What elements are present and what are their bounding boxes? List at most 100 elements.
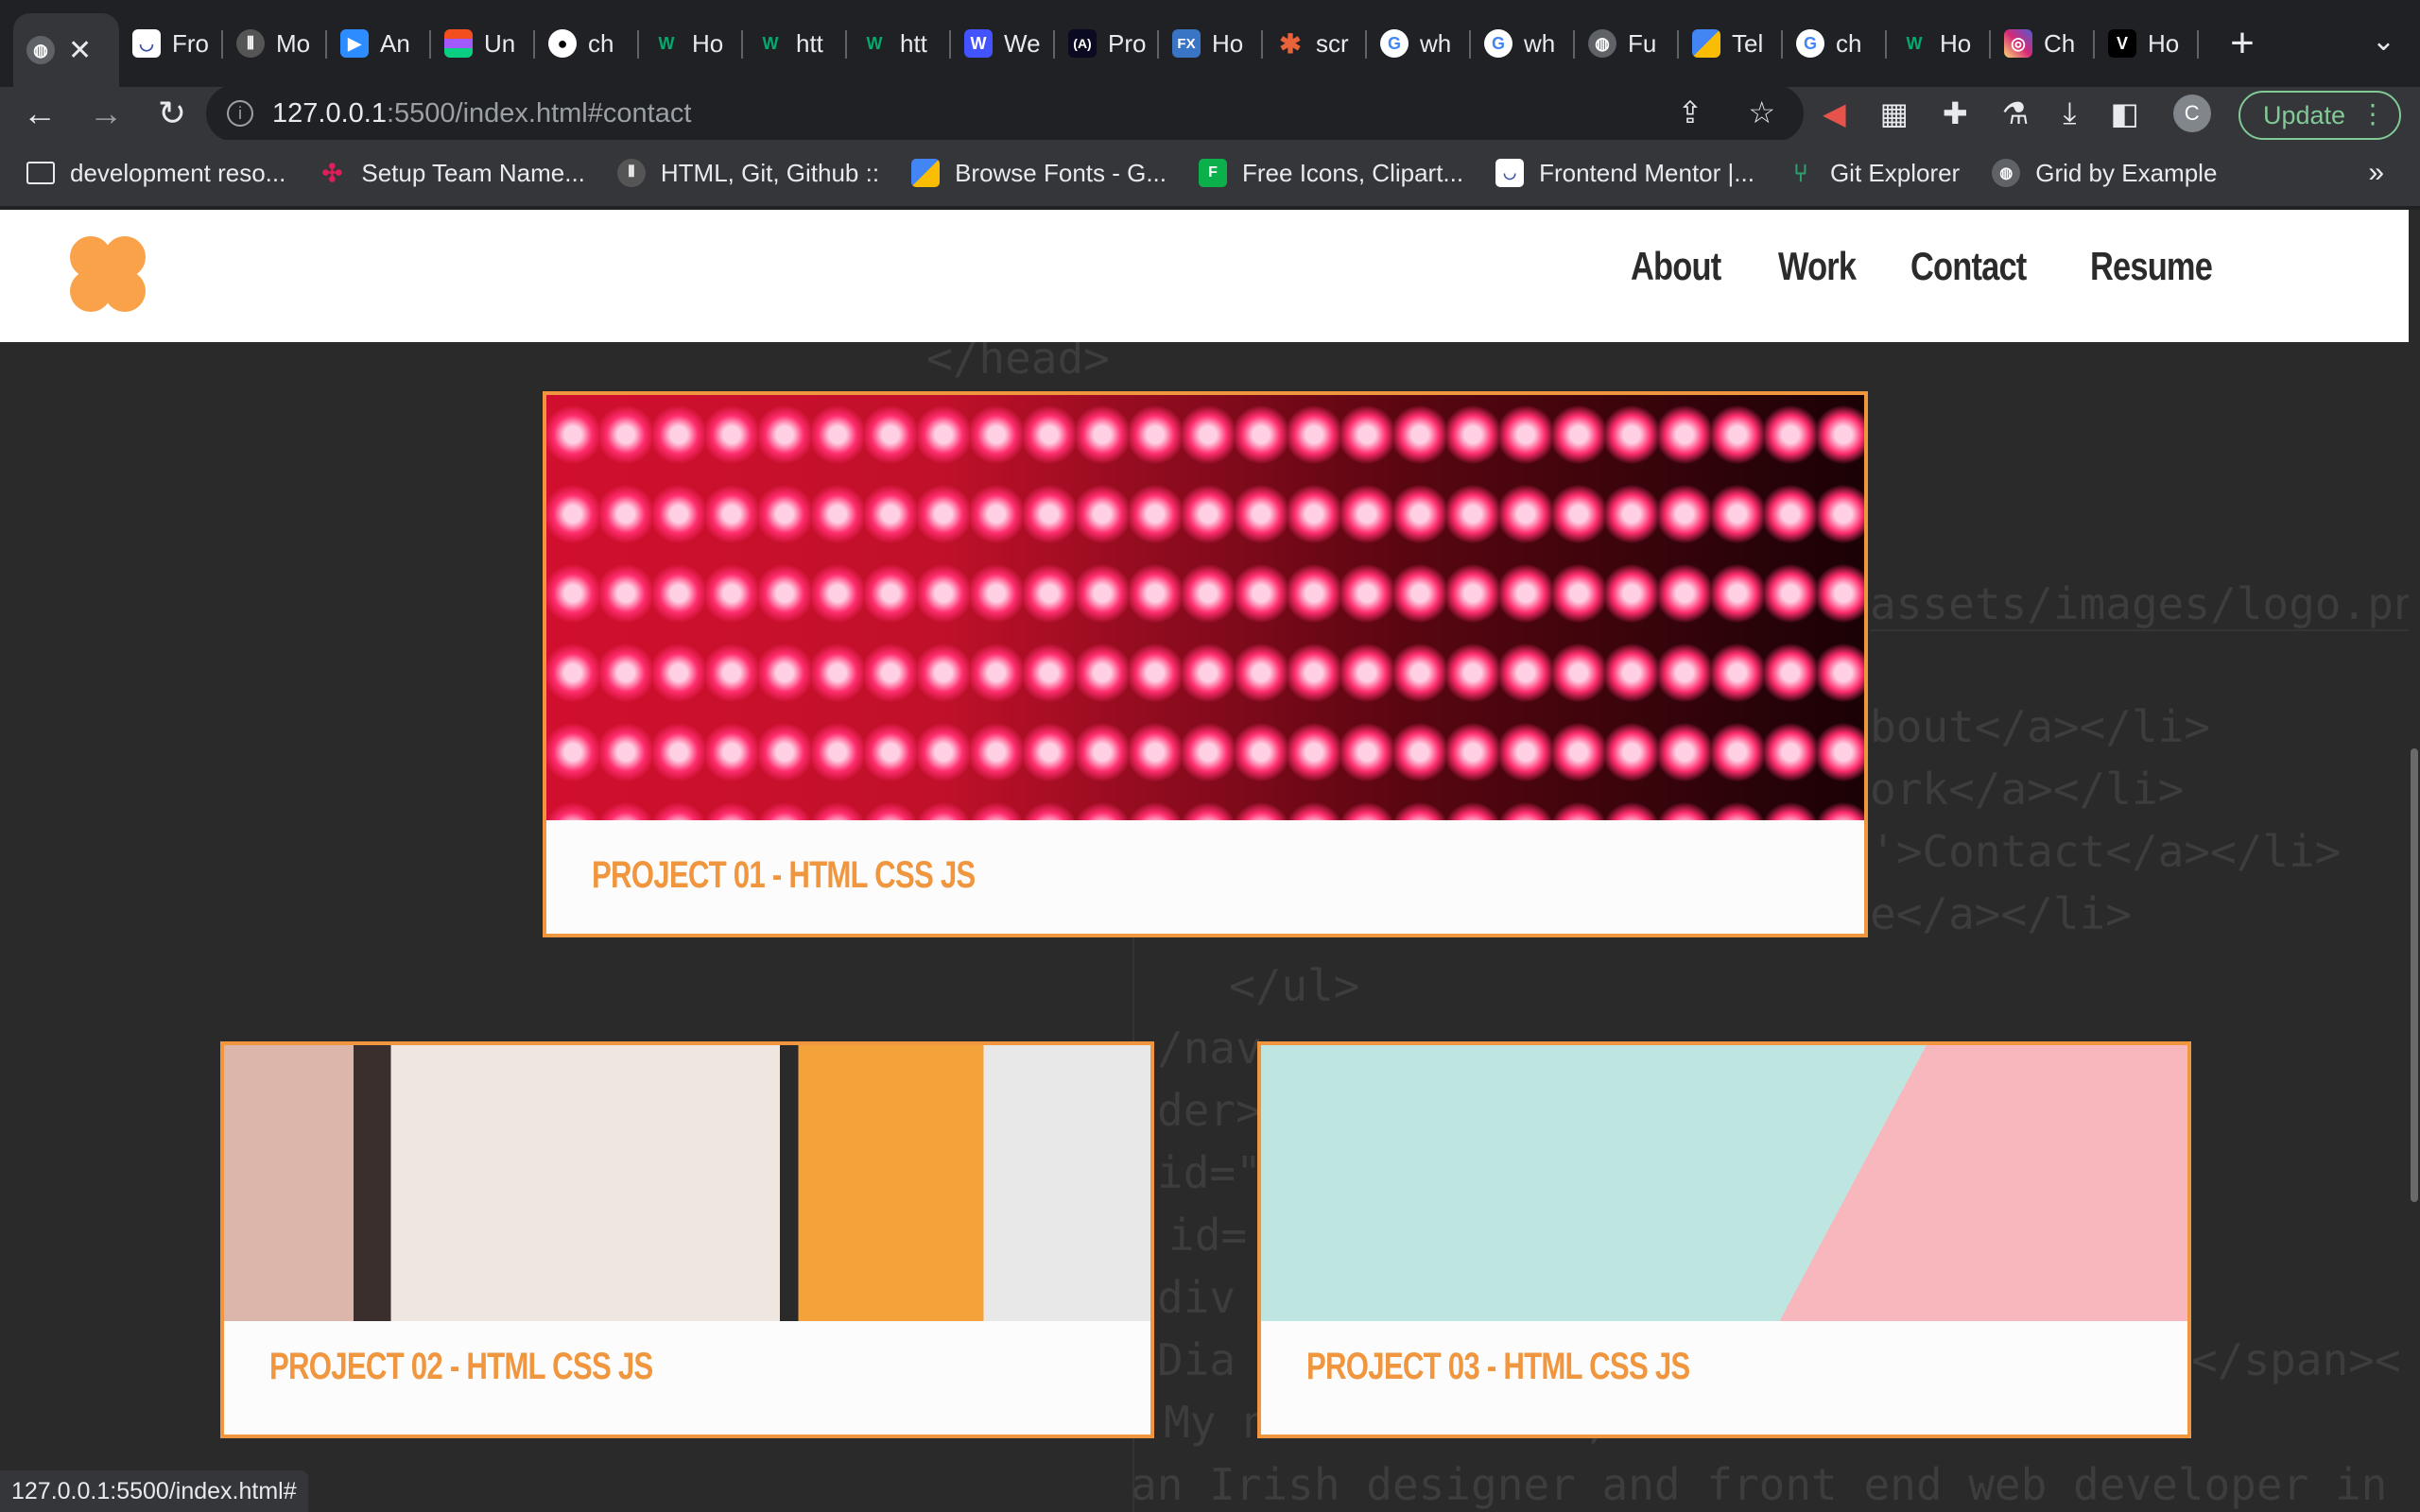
tab-13[interactable]: Gwh [1367,8,1471,79]
w3schools-icon: W [762,33,779,53]
nav-link-contact[interactable]: Contact [1910,244,2027,289]
back-arrow-icon[interactable]: ← [13,94,66,133]
nav-link-work[interactable]: Work [1778,244,1857,289]
bg-code-line: ork</a></li> [1870,764,2185,815]
project-card-01[interactable]: PROJECT 01 - HTML CSS JS [543,391,1868,937]
bookmark-item[interactable]: ◡ Frontend Mentor |... [1495,159,1754,188]
w3schools-icon: W [658,33,675,53]
tab-label: Ho [692,28,724,58]
project-card-02[interactable]: PROJECT 02 - HTML CSS JS [220,1041,1154,1438]
bookmark-item[interactable]: F Free Icons, Clipart... [1199,159,1463,188]
bookmark-item[interactable]: Browse Fonts - G... [911,159,1167,188]
bookmark-label: Setup Team Name... [361,158,585,187]
nav-link-about[interactable]: About [1631,244,1721,289]
chevron-down-icon[interactable]: ⌄ [2372,25,2395,58]
tab-17[interactable]: Gch [1783,8,1887,79]
google-icon: G [1484,29,1512,58]
tab-label: htt [900,28,927,58]
scrollbar-thumb[interactable] [2411,748,2418,1202]
bookmark-item[interactable]: ✣ Setup Team Name... [318,158,585,188]
zoom-icon: ▶ [340,29,369,58]
tab-label: scr [1316,28,1349,58]
bookmark-item[interactable]: ⑂ Git Explorer [1787,159,1960,188]
site-info-icon[interactable]: i [227,100,253,127]
tab-5[interactable]: ● ch [535,8,639,79]
freecodecamp-icon: (A) [1068,29,1097,58]
tab-label: Pro [1108,28,1147,58]
project-title: PROJECT 03 - HTML CSS JS [1306,1346,1690,1387]
nav-link-resume[interactable]: Resume [2090,244,2213,289]
bg-code-line: assets/images/logo.png [1870,578,2409,629]
side-panel-icon[interactable]: ◧ [2111,95,2139,131]
frontendmentor-icon: ◡ [1495,159,1525,187]
tab-label: Ho [1940,28,1972,58]
theodinproject-icon: ⦀ [616,159,646,187]
project-image [546,395,1864,820]
tab-label: htt [796,28,823,58]
tab-11[interactable]: FX Ho [1159,8,1263,79]
browser-toolbar: ← → ↻ i 127.0.0.1:5500/index.html#contac… [0,85,2420,142]
page-scrollbar[interactable] [2409,210,2420,1512]
tab-14[interactable]: Gwh [1471,8,1575,79]
tab-active[interactable]: ◍ ✕ [13,13,119,87]
bg-code-line: id=" [1157,1147,1262,1198]
tab-manager-icon[interactable]: ▦ [1880,95,1909,131]
clover-logo-icon[interactable] [62,229,153,319]
more-menu-icon[interactable]: ⋮ [2360,98,2386,129]
labs-flask-icon[interactable]: ⚗ [2002,95,2030,131]
forward-arrow-icon[interactable]: → [79,94,132,133]
github-icon: ● [548,29,577,58]
address-bar[interactable]: i 127.0.0.1:5500/index.html#contact ⇪ ☆ [206,85,1804,142]
extensions-puzzle-icon[interactable]: ✚ [1943,95,1968,131]
frontendmentor-icon: ◡ [132,29,161,58]
close-tab-icon[interactable]: ✕ [68,34,92,67]
tab-15[interactable]: ◍ Fu [1575,8,1679,79]
chevron-right-double-icon[interactable]: » [2368,157,2384,189]
tab-20[interactable]: V Ho [2095,8,2199,79]
tab-18[interactable]: W Ho [1887,8,1991,79]
instagram-icon: ◎ [2004,29,2032,58]
tab-4[interactable]: Un [431,8,535,79]
tab-16[interactable]: Tel [1679,8,1783,79]
project-card-03[interactable]: PROJECT 03 - HTML CSS JS [1257,1041,2191,1438]
tab-9[interactable]: W We [951,8,1055,79]
update-button[interactable]: Update ⋮ [2238,91,2401,140]
bookmark-item[interactable]: ◍ Grid by Example [1992,159,2217,188]
tab-8[interactable]: Whtt [847,8,951,79]
bookmark-label: development reso... [70,158,286,187]
tab-10[interactable]: (A) Pro [1055,8,1159,79]
bookmark-label: Frontend Mentor |... [1539,158,1754,187]
tab-1[interactable]: ◡ Fro [119,8,223,79]
w3schools-icon: W [866,33,883,53]
bookmark-item[interactable]: ⦀ HTML, Git, Github :: [616,158,880,188]
git-icon: ⑂ [1793,158,1808,187]
new-tab-icon[interactable]: + [2223,20,2261,67]
bookmark-item[interactable]: development reso... [26,159,285,188]
download-icon[interactable]: ⤓ [2063,95,2076,131]
screen-recorder-icon[interactable]: ◀ [1823,95,1846,131]
tab-6[interactable]: W Ho [639,8,743,79]
globe-icon: ◍ [26,36,55,64]
tab-19[interactable]: ◎ Ch [1991,8,2095,79]
tab-label: Fu [1628,28,1657,58]
bg-code-line: div [1157,1272,1236,1323]
bookmark-label: HTML, Git, Github :: [660,158,880,187]
browser-window: ◍ ✕ ◡ Fro ⦀ Mo ▶ An Un ● ch W Ho Whtt Whtt WW… [0,0,2420,1512]
tab-2[interactable]: ⦀ Mo [223,8,327,79]
w3schools-icon: W [1906,33,1923,53]
project-image [1261,1045,2187,1321]
page-viewport: </head> assets/images/logo.png bout</a><… [0,210,2409,1512]
google-fonts-icon [1692,29,1720,58]
reload-icon[interactable]: ↻ [146,94,199,133]
share-icon[interactable]: ⇪ [1678,94,1703,130]
tab-3[interactable]: ▶ An [327,8,431,79]
profile-avatar[interactable]: C [2172,94,2211,132]
bg-divider [1870,629,2409,631]
bookmark-label: Browse Fonts - G... [955,158,1167,187]
bookmark-label: Git Explorer [1829,158,1961,187]
tab-12[interactable]: ✱ scr [1263,8,1367,79]
bookmark-star-icon[interactable]: ☆ [1748,94,1775,130]
tab-7[interactable]: Whtt [743,8,847,79]
site-nav: About Work Contact Resume [1631,244,2238,289]
tab-label: An [380,28,410,58]
